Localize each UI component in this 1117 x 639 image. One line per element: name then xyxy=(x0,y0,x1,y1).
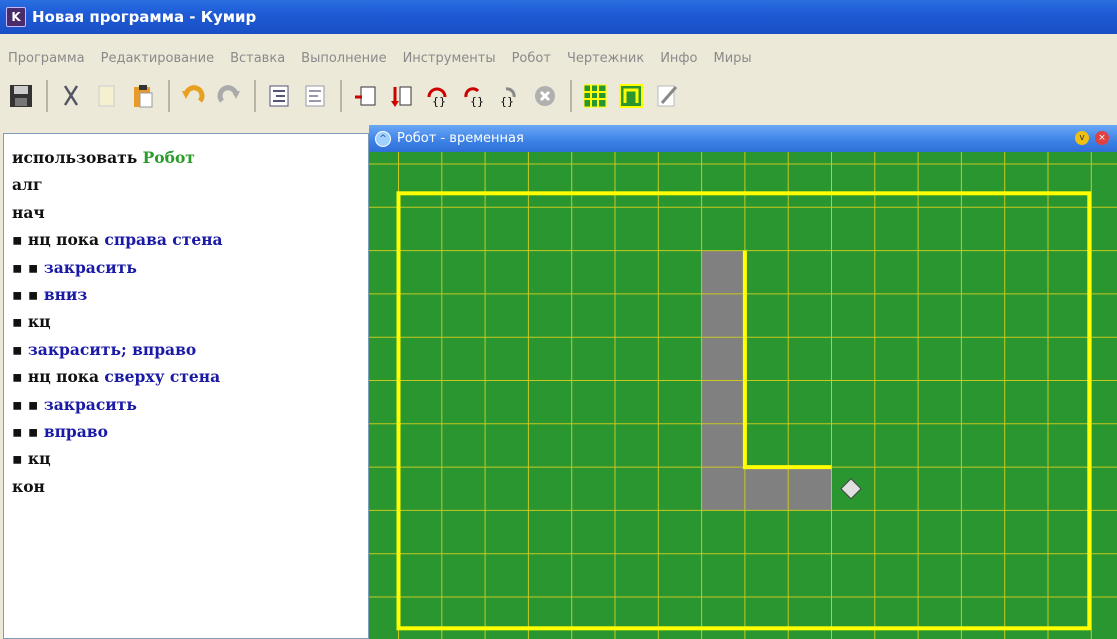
menu-item-8[interactable]: Миры xyxy=(705,51,759,66)
stop-icon[interactable] xyxy=(528,79,562,113)
code-token: вниз xyxy=(43,284,88,304)
code-token: ▪ ▪ xyxy=(12,394,44,414)
copy-icon[interactable] xyxy=(90,79,124,113)
code-line[interactable]: ▪ ▪ закрасить xyxy=(12,391,368,418)
code-token: Робот xyxy=(142,148,195,167)
painted-cell xyxy=(701,423,745,468)
step-over-icon[interactable]: {} xyxy=(456,79,490,113)
code-token: ▪ нц пока xyxy=(12,230,105,250)
code-token: ▪ ▪ xyxy=(12,284,44,304)
code-token: ▪ кц xyxy=(12,449,51,469)
painted-cell xyxy=(701,467,745,511)
code-line[interactable]: ▪ кц xyxy=(12,445,368,472)
code-token: ▪ ▪ xyxy=(12,421,44,441)
undo-icon[interactable] xyxy=(176,79,210,113)
code-token: закрасить xyxy=(43,257,137,277)
menu-item-0[interactable]: Программа xyxy=(0,51,93,66)
code-token: алг xyxy=(12,175,43,195)
painted-cell xyxy=(788,467,832,511)
code-token: закрасить; вправо xyxy=(27,339,197,359)
menu-item-3[interactable]: Выполнение xyxy=(293,51,394,66)
code-token: закрасить xyxy=(43,394,137,414)
code-line[interactable]: ▪ ▪ закрасить xyxy=(12,254,368,281)
robot-window[interactable]: ^ Робот - временная v × xyxy=(369,125,1117,639)
close-icon[interactable]: × xyxy=(1095,131,1109,145)
code-line[interactable]: ▪ кц xyxy=(12,308,368,335)
svg-text:{}: {} xyxy=(500,95,514,108)
title-bar[interactable]: K Новая программа - Кумир xyxy=(0,0,1117,34)
code-line[interactable]: ▪ нц пока сверху стена xyxy=(12,363,368,390)
painted-cell xyxy=(744,467,789,511)
draw-icon[interactable] xyxy=(650,79,684,113)
kumir-app-icon: K xyxy=(6,7,26,27)
code-line[interactable]: нач xyxy=(12,199,368,226)
paste-icon[interactable] xyxy=(126,79,160,113)
painted-cell xyxy=(701,337,745,381)
robot-field xyxy=(369,152,1117,639)
toolbar-separator xyxy=(570,80,572,112)
code-token: ▪ xyxy=(12,339,28,359)
code-token: использовать xyxy=(12,148,143,167)
robot-pult-icon[interactable] xyxy=(614,79,648,113)
code-token: ▪ ▪ xyxy=(12,257,44,277)
step-into-icon[interactable]: {} xyxy=(420,79,454,113)
code-token: справа стена xyxy=(104,230,223,250)
svg-text:{}: {} xyxy=(432,95,446,108)
code-token: кон xyxy=(12,476,45,496)
redo-icon[interactable] xyxy=(212,79,246,113)
code-line[interactable]: алг xyxy=(12,171,368,198)
run-icon[interactable] xyxy=(348,79,382,113)
painted-cell xyxy=(701,250,745,294)
cut-icon[interactable] xyxy=(54,79,88,113)
menu-item-2[interactable]: Вставка xyxy=(222,51,293,66)
save-icon[interactable] xyxy=(4,79,38,113)
minimize-icon[interactable]: v xyxy=(1075,131,1089,145)
robot-window-title: Робот - временная xyxy=(397,131,524,146)
code-token: ▪ кц xyxy=(12,312,51,332)
menu-bar: Программа Редактирование Вставка Выполнение… xyxy=(0,44,1117,72)
step-out-icon[interactable]: {} xyxy=(492,79,526,113)
code-editor[interactable]: использовать Робот алг нач ▪ нц пока справа… xyxy=(3,133,369,639)
painted-cell xyxy=(701,293,745,338)
indent-icon[interactable] xyxy=(262,79,296,113)
roll-up-icon[interactable]: ^ xyxy=(375,130,391,147)
code-token: нач xyxy=(12,202,45,222)
menu-item-5[interactable]: Робот xyxy=(504,51,559,66)
svg-text:{}: {} xyxy=(470,95,484,108)
menu-item-6[interactable]: Чертежник xyxy=(559,51,652,66)
toolbar-separator xyxy=(168,80,170,112)
code-line[interactable]: использовать Робот xyxy=(12,144,368,171)
step-icon[interactable] xyxy=(384,79,418,113)
toolbar-separator xyxy=(46,80,48,112)
toolbar-separator xyxy=(254,80,256,112)
menu-item-1[interactable]: Редактирование xyxy=(93,51,222,66)
toolbar: {} {} {} xyxy=(0,74,1117,118)
toolbar-separator xyxy=(340,80,342,112)
menu-item-7[interactable]: Инфо xyxy=(652,51,705,66)
code-line[interactable]: ▪ ▪ вправо xyxy=(12,418,368,445)
code-line[interactable]: ▪ нц пока справа стена xyxy=(12,226,368,253)
window-title: Новая программа - Кумир xyxy=(32,8,257,26)
unindent-icon[interactable] xyxy=(298,79,332,113)
code-line[interactable]: ▪ ▪ вниз xyxy=(12,281,368,308)
code-token: сверху стена xyxy=(104,367,221,387)
robot-field-icon[interactable] xyxy=(578,79,612,113)
code-line[interactable]: ▪ закрасить; вправо xyxy=(12,336,368,363)
code-token: вправо xyxy=(43,421,108,441)
menu-item-4[interactable]: Инструменты xyxy=(395,51,504,66)
code-token: ▪ нц пока xyxy=(12,367,105,387)
robot-icon xyxy=(840,478,862,500)
robot-window-titlebar[interactable]: ^ Робот - временная v × xyxy=(369,125,1117,152)
code-line[interactable]: кон xyxy=(12,473,368,500)
painted-cell xyxy=(701,380,745,424)
